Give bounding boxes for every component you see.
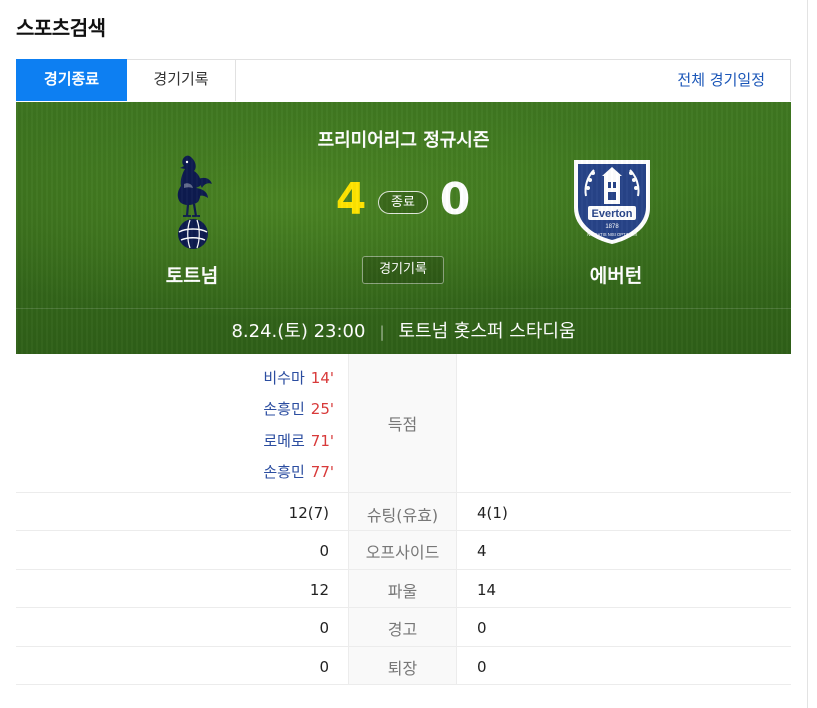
away-stat-value: 0 — [477, 619, 487, 637]
away-stat-value: 14 — [477, 581, 497, 599]
tottenham-logo-icon[interactable] — [166, 150, 218, 254]
goal-item: 비수마 14' — [263, 367, 334, 388]
stats-row-red-cards: 0 퇴장 0 — [16, 647, 791, 685]
everton-crest-name: Everton — [592, 208, 633, 220]
stat-label: 파울 — [387, 582, 418, 601]
stats-row-goals: 비수마 14' 손흥민 25' 로메로 71' 손흥민 77' 득점 — [16, 354, 791, 493]
home-stat-value: 0 — [319, 542, 329, 560]
full-schedule-link[interactable]: 전체 경기일정 — [677, 60, 765, 100]
everton-logo-icon[interactable]: Everton 1878 NIL SATIS NISI OPTIMUM — [564, 150, 660, 246]
stat-label: 퇴장 — [387, 659, 418, 678]
match-tabbar: 경기종료 경기기록 전체 경기일정 — [16, 59, 791, 101]
stats-row-fouls: 12 파울 14 — [16, 570, 791, 608]
home-stat-value: 0 — [319, 619, 329, 637]
stadium-name: 토트넘 홋스퍼 스타디움 — [398, 321, 576, 342]
match-datetime: 8.24.(토) 23:00 — [231, 321, 366, 342]
home-stat-value: 12(7) — [288, 504, 329, 522]
page-title: 스포츠검색 — [16, 16, 106, 40]
stat-label: 경고 — [387, 620, 418, 639]
home-team-name[interactable]: 토트넘 — [136, 261, 248, 288]
match-status-badge: 종료 — [378, 191, 428, 214]
stat-label: 슈팅(유효) — [366, 506, 439, 525]
tab-match-ended[interactable]: 경기종료 — [16, 59, 127, 101]
scoreboard: 프리미어리그 정규시즌 Everton 1878 NIL SATIS NISI … — [16, 102, 791, 354]
goal-player[interactable]: 손흥민 — [263, 463, 304, 481]
goal-player[interactable]: 손흥민 — [263, 400, 304, 418]
page-right-border — [807, 0, 808, 708]
stat-label: 오프사이드 — [365, 543, 440, 562]
home-stat-value: 12 — [309, 581, 329, 599]
away-team-name[interactable]: 에버턴 — [560, 261, 672, 288]
goal-player[interactable]: 로메로 — [263, 432, 304, 450]
info-separator: | — [379, 323, 385, 341]
board-divider — [16, 308, 791, 309]
away-stat-value: 0 — [477, 658, 487, 676]
goal-player[interactable]: 비수마 — [263, 369, 304, 387]
goal-minute: 25' — [310, 400, 334, 418]
goal-item: 손흥민 25' — [263, 398, 334, 419]
match-record-button[interactable]: 경기기록 — [362, 256, 444, 284]
away-stat-value: 4(1) — [477, 504, 508, 522]
goals-label: 득점 — [387, 415, 418, 434]
stats-row-offside: 0 오프사이드 4 — [16, 531, 791, 570]
home-score: 4 — [335, 174, 367, 225]
goal-minute: 14' — [310, 369, 334, 387]
match-info-row: 8.24.(토) 23:00 | 토트넘 홋스퍼 스타디움 — [16, 317, 791, 343]
goal-minute: 71' — [310, 432, 334, 450]
goal-item: 로메로 71' — [263, 430, 334, 451]
away-score: 0 — [439, 174, 471, 225]
home-stat-value: 0 — [319, 658, 329, 676]
league-name: 프리미어리그 정규시즌 — [317, 130, 490, 151]
tab-match-record[interactable]: 경기기록 — [127, 59, 236, 101]
everton-crest-motto: NIL SATIS NISI OPTIMUM — [587, 232, 637, 237]
everton-crest-year: 1878 — [605, 224, 619, 230]
goal-item: 손흥민 77' — [263, 461, 334, 482]
stats-row-yellow-cards: 0 경고 0 — [16, 608, 791, 647]
stats-row-shots: 12(7) 슈팅(유효) 4(1) — [16, 493, 791, 531]
goal-minute: 77' — [310, 463, 334, 481]
away-stat-value: 4 — [477, 542, 487, 560]
